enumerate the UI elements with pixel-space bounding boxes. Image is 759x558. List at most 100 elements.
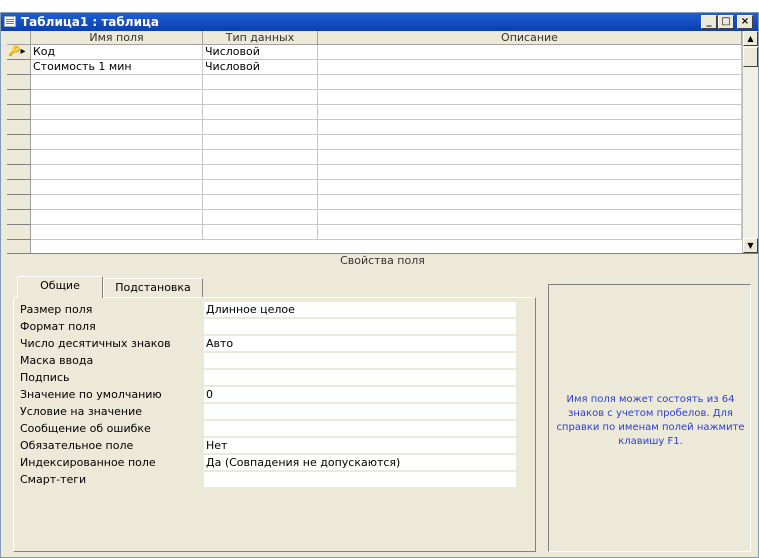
table-row[interactable] <box>7 195 742 210</box>
row-selector[interactable] <box>7 60 31 75</box>
property-value[interactable]: Длинное целое <box>204 302 516 318</box>
scroll-thumb[interactable] <box>743 47 758 67</box>
scroll-down-icon[interactable]: ▼ <box>743 238 758 253</box>
property-value[interactable] <box>204 319 516 335</box>
cell-field-name[interactable]: Код <box>31 45 203 60</box>
cell-field-name[interactable] <box>31 210 203 225</box>
cell-field-name[interactable] <box>31 75 203 90</box>
property-value[interactable] <box>204 421 516 437</box>
cell-field-name[interactable]: Стоимость 1 мин <box>31 60 203 75</box>
property-row: Значение по умолчанию 0 <box>20 387 516 404</box>
row-selector[interactable] <box>7 165 31 180</box>
table-row[interactable] <box>7 105 742 120</box>
property-row: Число десятичных знаков Авто <box>20 336 516 353</box>
cell-field-name[interactable] <box>31 165 203 180</box>
cell-description[interactable] <box>318 195 742 210</box>
table-row[interactable] <box>7 180 742 195</box>
property-value[interactable] <box>204 404 516 420</box>
table-row[interactable]: Стоимость 1 мин Числовой <box>7 60 742 75</box>
table-icon <box>4 16 16 27</box>
row-selector[interactable] <box>7 90 31 105</box>
column-header-data-type[interactable]: Тип данных <box>203 31 318 45</box>
table-row[interactable]: 🔑▸ Код Числовой <box>7 45 742 60</box>
cell-field-name[interactable] <box>31 195 203 210</box>
cell-description[interactable] <box>318 75 742 90</box>
cell-data-type[interactable] <box>203 75 318 90</box>
table-row[interactable] <box>7 165 742 180</box>
cell-description[interactable] <box>318 180 742 195</box>
cell-data-type[interactable]: Числовой <box>203 45 318 60</box>
property-value[interactable] <box>204 370 516 386</box>
cell-description[interactable] <box>318 60 742 75</box>
cell-description[interactable] <box>318 165 742 180</box>
row-selector[interactable]: 🔑▸ <box>7 45 31 60</box>
cell-description[interactable] <box>318 210 742 225</box>
cell-data-type[interactable] <box>203 135 318 150</box>
cell-data-type[interactable] <box>203 210 318 225</box>
property-label: Сообщение об ошибке <box>20 422 151 435</box>
table-row[interactable] <box>7 90 742 105</box>
cell-data-type[interactable] <box>203 150 318 165</box>
minimize-icon[interactable]: _ <box>701 15 717 29</box>
field-properties-title: Свойства поля <box>7 253 758 268</box>
row-selector[interactable] <box>7 120 31 135</box>
cell-field-name[interactable] <box>31 120 203 135</box>
cell-field-name[interactable] <box>31 135 203 150</box>
cell-data-type[interactable] <box>203 225 318 240</box>
row-selector[interactable] <box>7 180 31 195</box>
header-corner <box>7 31 31 45</box>
cell-data-type[interactable] <box>203 90 318 105</box>
property-value[interactable] <box>204 472 516 488</box>
property-row: Маска ввода <box>20 353 516 370</box>
cell-description[interactable] <box>318 105 742 120</box>
cell-data-type[interactable]: Числовой <box>203 60 318 75</box>
property-value[interactable] <box>204 353 516 369</box>
property-value[interactable]: Авто <box>204 336 516 352</box>
tab-general[interactable]: Общие <box>17 276 103 298</box>
cell-data-type[interactable] <box>203 180 318 195</box>
general-tab-panel: Размер поля Длинное целое Формат поля Число… <box>13 297 536 552</box>
cell-description[interactable] <box>318 225 742 240</box>
cell-field-name[interactable] <box>31 150 203 165</box>
row-selector[interactable] <box>7 225 31 240</box>
cell-data-type[interactable] <box>203 105 318 120</box>
table-row[interactable] <box>7 210 742 225</box>
cell-field-name[interactable] <box>31 225 203 240</box>
row-selector[interactable] <box>7 195 31 210</box>
cell-field-name[interactable] <box>31 180 203 195</box>
row-selector[interactable] <box>7 150 31 165</box>
property-value[interactable]: 0 <box>204 387 516 403</box>
property-row: Формат поля <box>20 319 516 336</box>
row-selector[interactable] <box>7 210 31 225</box>
cell-data-type[interactable] <box>203 120 318 135</box>
column-header-field-name[interactable]: Имя поля <box>31 31 203 45</box>
table-row[interactable] <box>7 150 742 165</box>
table-row[interactable] <box>7 120 742 135</box>
cell-description[interactable] <box>318 135 742 150</box>
cell-data-type[interactable] <box>203 165 318 180</box>
scroll-up-icon[interactable]: ▲ <box>743 31 758 46</box>
cell-field-name[interactable] <box>31 105 203 120</box>
grid-scrollbar[interactable]: ▲ ▼ <box>742 31 758 253</box>
cell-description[interactable] <box>318 120 742 135</box>
close-icon[interactable]: × <box>737 15 753 29</box>
row-selector[interactable] <box>7 105 31 120</box>
cell-description[interactable] <box>318 90 742 105</box>
table-row[interactable] <box>7 225 742 240</box>
row-selector[interactable] <box>7 135 31 150</box>
property-label: Размер поля <box>20 303 93 316</box>
table-row[interactable] <box>7 75 742 90</box>
column-header-description[interactable]: Описание <box>318 31 742 45</box>
cell-description[interactable] <box>318 150 742 165</box>
cell-field-name[interactable] <box>31 90 203 105</box>
property-value[interactable]: Да (Совпадения не допускаются) <box>204 455 516 471</box>
table-row[interactable] <box>7 135 742 150</box>
property-value[interactable]: Нет <box>204 438 516 454</box>
window-title: Таблица1 : таблица <box>21 15 159 29</box>
cell-description[interactable] <box>318 45 742 60</box>
row-selector[interactable] <box>7 75 31 90</box>
maximize-icon[interactable]: □ <box>718 15 734 29</box>
title-bar[interactable]: Таблица1 : таблица _ □ × <box>1 13 758 31</box>
tab-lookup[interactable]: Подстановка <box>103 278 203 298</box>
cell-data-type[interactable] <box>203 195 318 210</box>
